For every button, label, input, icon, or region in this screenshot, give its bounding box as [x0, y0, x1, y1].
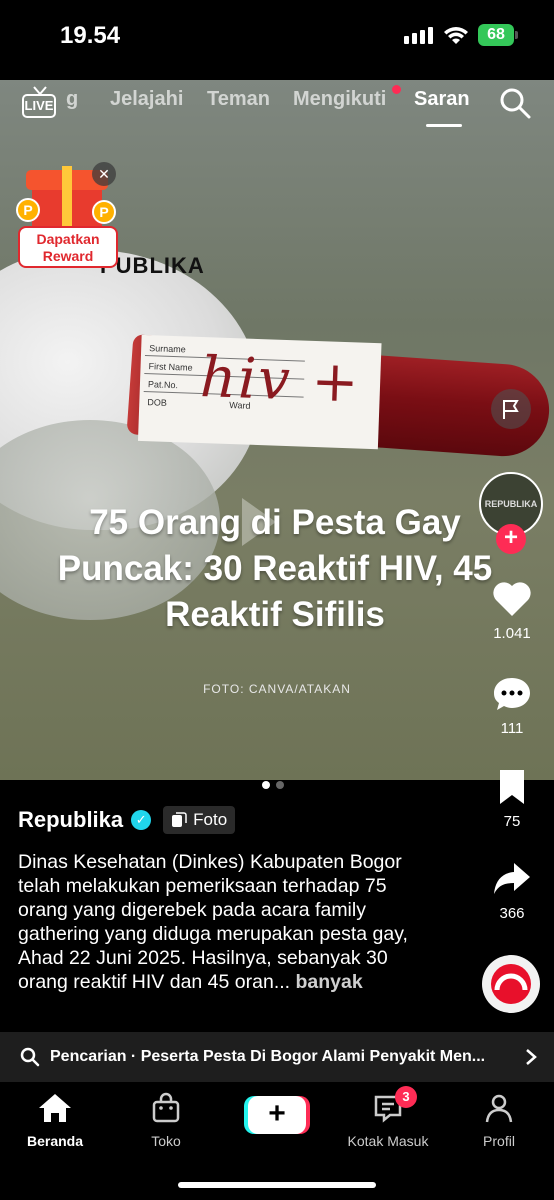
nav-shop-label: Toko — [151, 1133, 181, 1149]
close-icon[interactable]: ✕ — [92, 162, 116, 186]
photo-icon — [172, 812, 187, 827]
comment-count: 111 — [500, 720, 524, 737]
nav-profile-label: Profil — [483, 1133, 515, 1149]
shopping-bag-icon — [152, 1092, 180, 1123]
follow-button[interactable]: + — [496, 524, 526, 554]
coin-icon: P — [16, 198, 40, 222]
nav-inbox[interactable]: 3 Kotak Masuk — [333, 1086, 443, 1149]
search-suggestion-bar[interactable]: Pencarian · Peserta Pesta Di Bogor Alami… — [0, 1032, 554, 1082]
live-button[interactable]: LIVE — [20, 86, 60, 122]
like-button[interactable]: 1.041 — [482, 580, 542, 642]
music-disc-icon — [491, 964, 531, 1004]
bookmark-icon — [500, 770, 524, 804]
nav-home[interactable]: Beranda — [0, 1092, 110, 1149]
profile-icon — [485, 1094, 513, 1123]
active-tab-indicator — [426, 124, 462, 127]
nav-shop[interactable]: Toko — [111, 1092, 221, 1149]
share-button[interactable]: 366 — [482, 860, 542, 922]
comment-icon — [494, 678, 530, 710]
nav-home-label: Beranda — [26, 1133, 84, 1149]
top-tabs: LIVE g Jelajahi Teman Mengikuti Saran — [0, 80, 554, 130]
search-suggestion-text: Pencarian · Peserta Pesta Di Bogor Alami… — [50, 1048, 486, 1065]
photo-type-badge: Foto — [163, 806, 236, 834]
search-icon[interactable] — [498, 86, 532, 120]
notification-dot — [392, 85, 401, 94]
carousel-dot-active — [262, 781, 270, 789]
chevron-right-icon — [526, 1049, 537, 1065]
post-caption[interactable]: Dinas Kesehatan (Dinkes) Kabupaten Bogor… — [18, 850, 438, 994]
verified-badge-icon: ✓ — [131, 810, 152, 830]
bottom-navigation: Beranda Toko + 3 Kotak Masuk Profil — [0, 1082, 554, 1200]
flag-icon — [503, 400, 519, 419]
tube-label: Surname First Name Pat.No. DOB Ward hiv … — [137, 334, 382, 450]
tab-friends[interactable]: Teman — [207, 88, 270, 111]
tab-for-you[interactable]: Saran — [414, 88, 470, 111]
coin-icon: P — [92, 200, 116, 224]
caption-more-link[interactable]: banyak — [296, 971, 363, 993]
cellular-signal-icon — [404, 27, 433, 44]
inbox-badge: 3 — [395, 1086, 417, 1108]
status-bar: 19.54 68 — [0, 0, 554, 80]
handwritten-text: hiv + — [199, 345, 362, 416]
create-post-button[interactable]: + — [248, 1096, 306, 1134]
home-icon — [39, 1094, 71, 1122]
author-name[interactable]: Republika — [18, 807, 123, 833]
tube-label-field: First Name — [148, 361, 193, 373]
tube-label-field: Surname — [149, 343, 186, 355]
nav-profile[interactable]: Profil — [444, 1092, 554, 1149]
blood-tube-graphic: Surname First Name Pat.No. DOB Ward hiv … — [126, 334, 554, 460]
home-indicator — [178, 1182, 376, 1188]
reward-label: Dapatkan Reward — [18, 226, 118, 268]
author-row: Republika ✓ Foto — [18, 806, 236, 834]
carousel-indicator — [262, 781, 284, 789]
tab-explore[interactable]: Jelajahi — [110, 88, 183, 111]
share-count: 366 — [499, 905, 525, 922]
live-label: LIVE — [22, 94, 56, 118]
wifi-icon — [444, 27, 468, 44]
battery-indicator: 68 — [478, 24, 518, 46]
nav-inbox-label: Kotak Masuk — [347, 1133, 429, 1149]
carousel-dot — [276, 781, 284, 789]
post-headline: 75 Orang di Pesta Gay Puncak: 30 Reaktif… — [57, 503, 493, 634]
status-time: 19.54 — [60, 22, 121, 49]
search-icon — [20, 1047, 40, 1067]
heart-icon — [493, 582, 531, 616]
tab-following-partial[interactable]: g — [66, 88, 78, 111]
tube-label-field: Pat.No. — [147, 379, 179, 391]
share-icon — [494, 863, 530, 894]
reward-widget[interactable]: P P Dapatkan Reward ✕ — [14, 160, 120, 270]
comment-button[interactable]: 111 — [482, 675, 542, 737]
sound-disc[interactable] — [482, 955, 540, 1013]
tube-label-field: DOB — [147, 397, 168, 408]
photo-type-label: Foto — [193, 810, 228, 829]
bookmark-count: 75 — [503, 813, 521, 830]
photo-credit: FOTO: CANVA/ATAKAN — [203, 682, 351, 696]
gift-ribbon — [62, 166, 72, 234]
bookmark-button[interactable]: 75 — [482, 768, 542, 830]
tab-following[interactable]: Mengikuti — [293, 88, 386, 111]
report-flag-button[interactable] — [491, 389, 531, 429]
like-count: 1.041 — [493, 625, 531, 642]
